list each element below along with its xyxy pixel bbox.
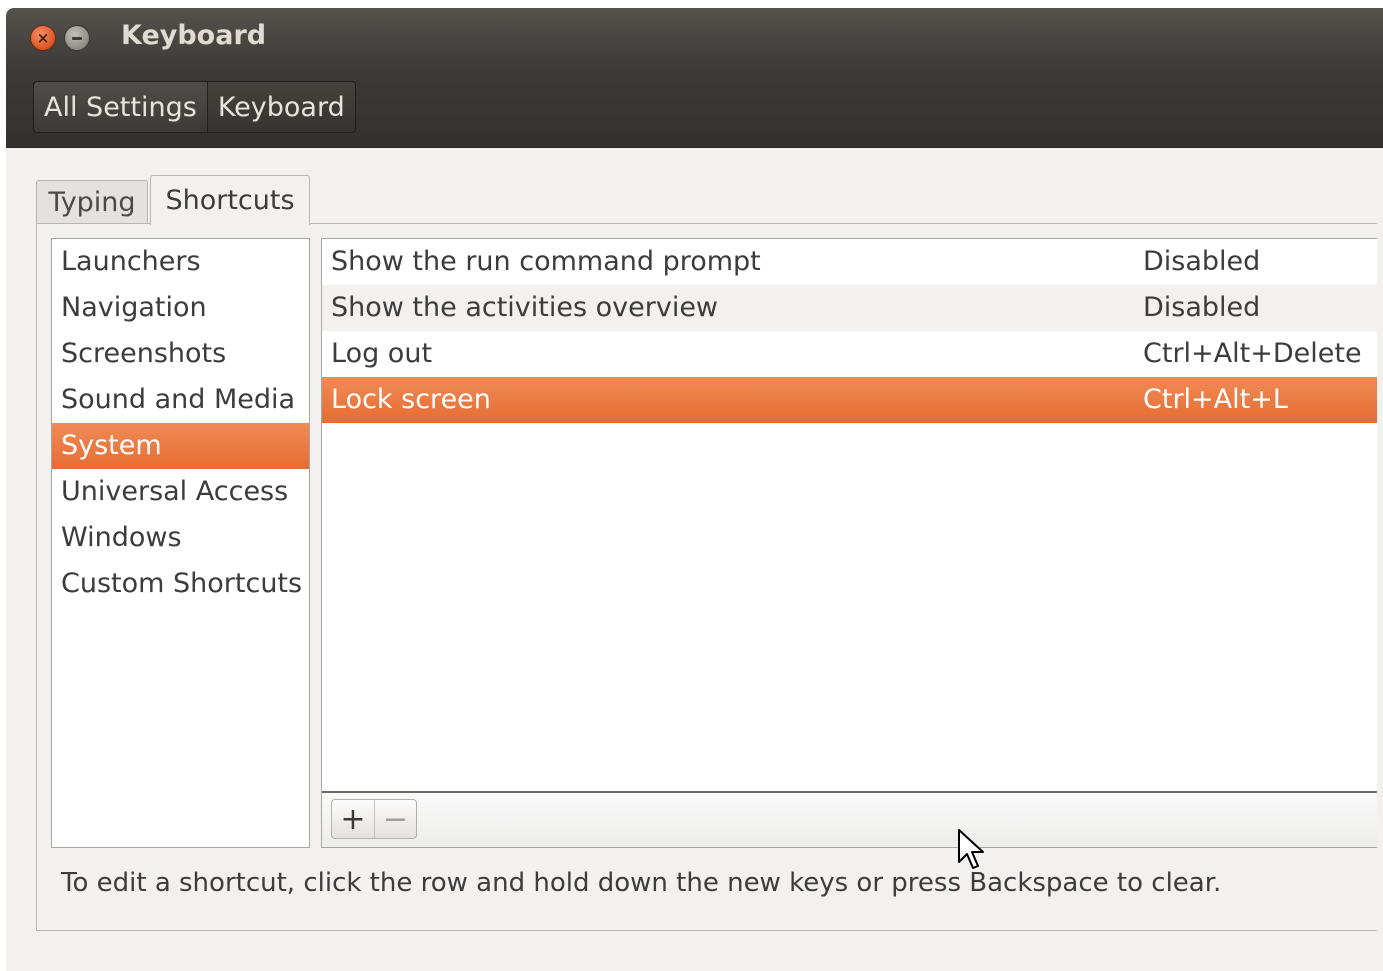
breadcrumb-all-settings[interactable]: All Settings (34, 82, 208, 132)
shortcut-action: Log out (331, 338, 433, 369)
category-item-custom-shortcuts[interactable]: Custom Shortcuts (52, 561, 309, 607)
shortcut-accelerator[interactable]: Ctrl+Alt+L (1143, 377, 1288, 423)
tab-shortcuts[interactable]: Shortcuts (150, 175, 310, 225)
shortcut-action: Show the activities overview (331, 292, 719, 323)
table-row[interactable]: Show the run command prompt Disabled (322, 239, 1377, 285)
remove-shortcut-button[interactable]: − (374, 800, 416, 838)
shortcut-action: Show the run command prompt (331, 246, 761, 277)
breadcrumb: All Settings Keyboard (33, 81, 356, 133)
shortcut-accelerator[interactable]: Disabled (1143, 239, 1260, 285)
category-item-system[interactable]: System (52, 423, 309, 469)
minimize-window-button[interactable] (64, 25, 90, 51)
breadcrumb-keyboard[interactable]: Keyboard (207, 82, 355, 132)
shortcut-accelerator[interactable]: Disabled (1143, 285, 1260, 331)
shortcut-table: Show the run command prompt Disabled Sho… (321, 238, 1377, 848)
shortcut-action: Lock screen (331, 384, 491, 415)
category-item-launchers[interactable]: Launchers (52, 239, 309, 285)
tab-typing[interactable]: Typing (36, 180, 148, 224)
table-row[interactable]: Log out Ctrl+Alt+Delete (322, 331, 1377, 377)
plus-icon: + (340, 801, 366, 837)
category-item-sound-and-media[interactable]: Sound and Media (52, 377, 309, 423)
category-item-navigation[interactable]: Navigation (52, 285, 309, 331)
toolbar: All Settings Keyboard (6, 66, 1383, 148)
help-text: To edit a shortcut, click the row and ho… (61, 868, 1222, 898)
minus-icon: − (382, 801, 409, 837)
table-toolbar: + − (322, 791, 1377, 847)
table-button-group: + − (331, 799, 417, 839)
table-row-selected[interactable]: Lock screen Ctrl+Alt+L (322, 377, 1377, 423)
mouse-pointer-icon (958, 829, 984, 869)
category-item-universal-access[interactable]: Universal Access (52, 469, 309, 515)
window-title: Keyboard (121, 20, 267, 51)
category-item-screenshots[interactable]: Screenshots (52, 331, 309, 377)
table-row[interactable]: Show the activities overview Disabled (322, 285, 1377, 331)
close-icon: × (36, 29, 50, 47)
title-bar[interactable]: × Keyboard (6, 8, 1383, 66)
category-item-windows[interactable]: Windows (52, 515, 309, 561)
shortcut-accelerator[interactable]: Ctrl+Alt+Delete (1143, 331, 1362, 377)
add-shortcut-button[interactable]: + (332, 800, 374, 838)
close-window-button[interactable]: × (30, 25, 56, 51)
category-list: Launchers Navigation Screenshots Sound a… (51, 238, 310, 848)
